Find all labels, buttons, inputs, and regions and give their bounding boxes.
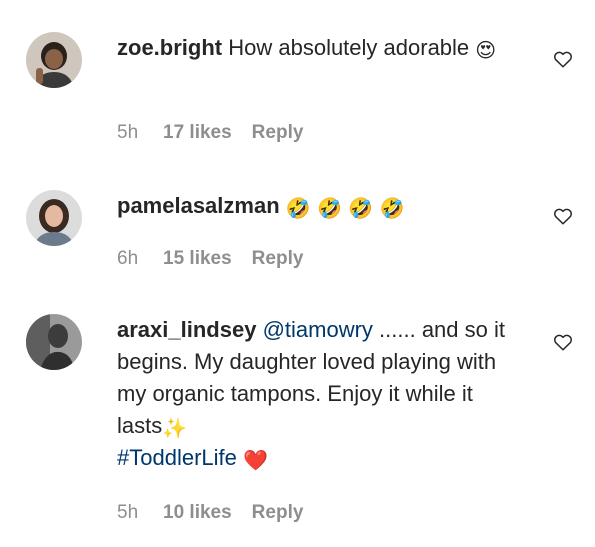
comment-body: araxi_lindsey @tiamowry ...... and so it… xyxy=(117,314,517,474)
comment-meta: 6h 15 likes Reply xyxy=(117,248,303,270)
heart-outline-icon[interactable] xyxy=(553,50,573,68)
comment-time[interactable]: 5h xyxy=(117,502,163,524)
comment-time[interactable]: 5h xyxy=(117,122,163,144)
comment-body: pamelasalzman 🤣 🤣 🤣 🤣 xyxy=(117,190,517,222)
comment-likes[interactable]: 10 likes xyxy=(163,502,232,524)
comment-username[interactable]: araxi_lindsey xyxy=(117,317,256,342)
comment-likes[interactable]: 15 likes xyxy=(163,248,232,270)
comment-time[interactable]: 6h xyxy=(117,248,163,270)
mention-link[interactable]: @tiamowry xyxy=(263,317,373,342)
reply-button[interactable]: Reply xyxy=(252,122,304,144)
hashtag-link[interactable]: #ToddlerLife xyxy=(117,445,237,470)
heart-eyes-emoji: 😍 xyxy=(475,38,497,62)
comment-likes[interactable]: 17 likes xyxy=(163,122,232,144)
heart-outline-icon[interactable] xyxy=(553,207,573,225)
red-heart-emoji: ❤️ xyxy=(243,448,268,472)
sparkles-emoji: ✨ xyxy=(162,416,188,440)
avatar[interactable] xyxy=(26,314,82,370)
comment-username[interactable]: pamelasalzman xyxy=(117,193,280,218)
reply-button[interactable]: Reply xyxy=(252,502,304,524)
rofl-emoji: 🤣 🤣 🤣 🤣 xyxy=(285,196,405,220)
avatar[interactable] xyxy=(26,190,82,246)
avatar[interactable] xyxy=(26,32,82,88)
comment-meta: 5h 17 likes Reply xyxy=(117,122,303,144)
comment-text: How absolutely adorable xyxy=(228,35,470,60)
comment-meta: 5h 10 likes Reply xyxy=(117,502,303,524)
heart-outline-icon[interactable] xyxy=(553,333,573,351)
comment-body: zoe.bright How absolutely adorable 😍 xyxy=(117,32,517,64)
comment-username[interactable]: zoe.bright xyxy=(117,35,222,60)
reply-button[interactable]: Reply xyxy=(252,248,304,270)
